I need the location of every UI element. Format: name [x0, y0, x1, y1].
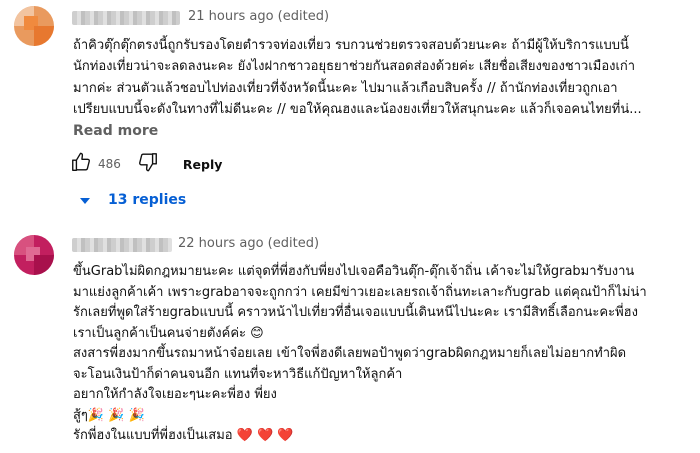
avatar-pixel — [34, 26, 54, 46]
comment-line: เปรียบแบบนี้จะดังในทางที่ไม่ดีนะคะ // ขอ… — [73, 101, 642, 117]
comment-actions: 486 Reply — [70, 151, 222, 177]
comment-text: ขึ้นGrabไม่ผิดกฎหมายนะคะ แต่จุดที่พี่ฮงก… — [73, 262, 647, 447]
author-name-redacted[interactable] — [72, 11, 180, 25]
thumb-down-icon[interactable] — [137, 151, 159, 177]
comment-line: มากค่ะ ส่วนตัวแล้วชอบไปท่องเที่ยวที่จังห… — [73, 80, 618, 96]
avatar[interactable] — [14, 235, 54, 275]
read-more-button[interactable]: Read more — [73, 123, 158, 139]
comment-line: ขึ้นGrabไม่ผิดกฎหมายนะคะ แต่จุดที่พี่ฮงก… — [73, 264, 635, 279]
comment-line: สงสารพี่ฮงมากขึ้นรถมาหน้าจ๋อยเลย เข้าใจพ… — [73, 346, 627, 361]
avatar-pixel — [34, 255, 54, 275]
comment-line: นักท่องเที่ยวน่าจะลดลงนะคะ ยังไงฝากชาวอย… — [73, 59, 636, 75]
reply-button[interactable]: Reply — [183, 157, 222, 172]
comment-timestamp[interactable]: 22 hours ago (edited) — [178, 236, 319, 251]
comment-line: จะโอนเงินป้าก็ด่าคนจนอีก แทนที่จะหาวิธีแ… — [73, 366, 403, 382]
comment-line: มาแย่งลูกค้าเค้า เพราะgrabอาจจะถูกกว่า เ… — [73, 284, 647, 300]
like-count: 486 — [98, 157, 121, 171]
author-name-redacted[interactable] — [72, 238, 172, 252]
comment-line: อยากให้กำลังใจเยอะๆนะคะพี่ฮง พี่ยง — [73, 387, 277, 402]
caret-down-icon — [80, 192, 90, 208]
avatar[interactable] — [14, 6, 54, 46]
comment-line: ถ้าคิวตุ๊กตุ๊กตรงนี้ถูกรับรองโดยตำรวจท่อ… — [73, 38, 629, 53]
comment-line: รักพี่ฮงในแบบที่พี่ฮงเป็นเสมอ ❤️ ❤️ ❤️ — [73, 428, 294, 443]
view-replies-button[interactable]: 13 replies — [80, 190, 186, 210]
comment-text: ถ้าคิวตุ๊กตุ๊กตรงนี้ถูกรับรองโดยตำรวจท่อ… — [73, 35, 642, 120]
comment-line: รักเลยที่พูดใส่ร้ายgrabแบบนี้ คราวหน้าไป… — [73, 305, 638, 320]
thumb-up-icon[interactable] — [70, 151, 92, 177]
replies-count-label: 13 replies — [108, 192, 187, 208]
comment-line: สู้ๆ🎉 🎉 🎉 — [73, 407, 145, 423]
comment-timestamp[interactable]: 21 hours ago (edited) — [188, 9, 329, 24]
comment-line: เราเป็นลูกค้าเป็นคนจ่ายตังค์ค่ะ 😊 — [73, 325, 264, 341]
